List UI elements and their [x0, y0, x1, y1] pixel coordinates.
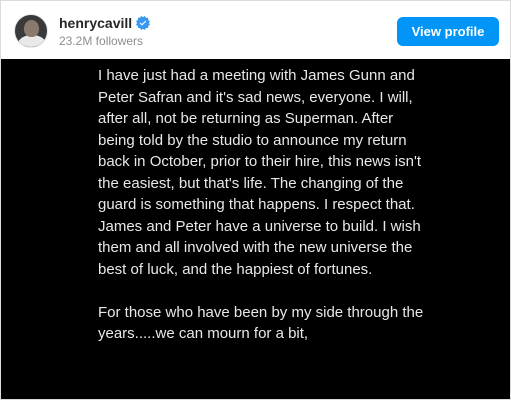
- view-profile-button[interactable]: View profile: [397, 17, 499, 46]
- post-image[interactable]: I have just had a meeting with James Gun…: [1, 59, 510, 399]
- instagram-embed: henrycavill 23.2M followers View profile…: [0, 0, 511, 400]
- post-paragraph: For those who have been by my side throu…: [98, 303, 424, 343]
- post-text-block: I have just had a meeting with James Gun…: [98, 65, 428, 366]
- username-row: henrycavill: [59, 14, 151, 32]
- follower-count: 23.2M followers: [59, 34, 144, 48]
- avatar-face: [24, 20, 39, 37]
- post-header: henrycavill 23.2M followers View profile: [1, 1, 510, 59]
- username[interactable]: henrycavill: [59, 14, 132, 32]
- avatar[interactable]: [14, 14, 48, 48]
- post-paragraph: I have just had a meeting with James Gun…: [98, 67, 422, 278]
- verified-badge-icon: [136, 16, 151, 30]
